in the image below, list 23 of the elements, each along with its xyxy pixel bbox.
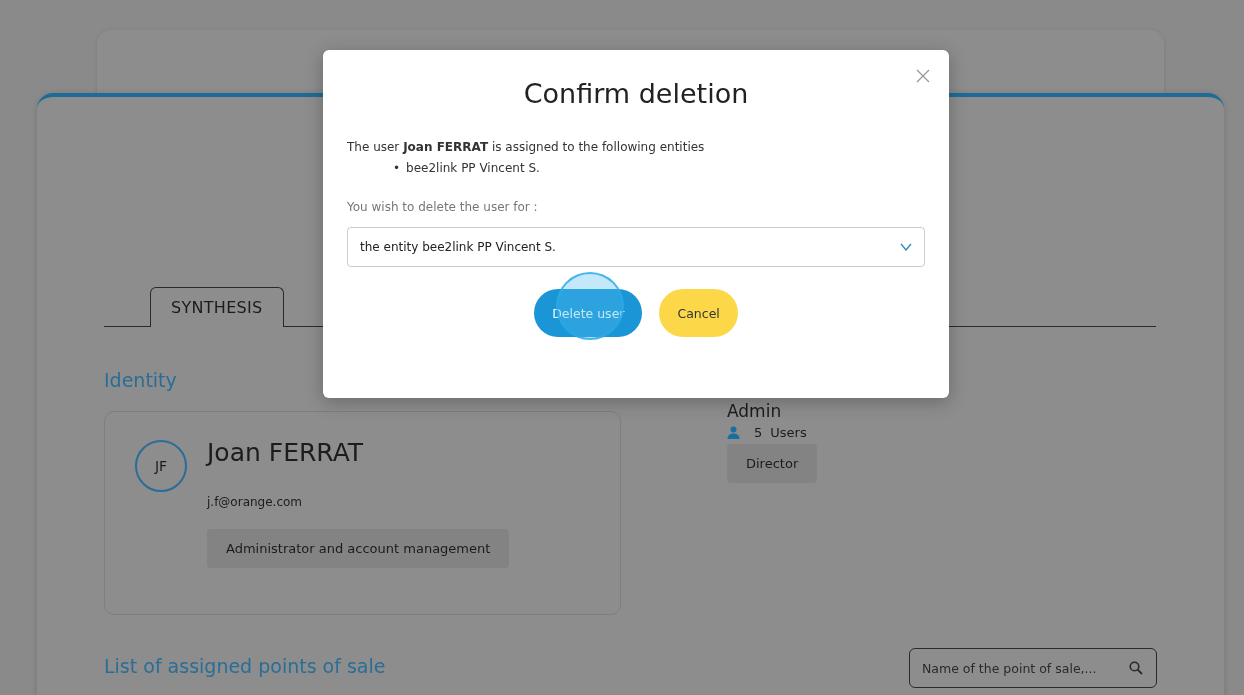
search-icon (1129, 661, 1143, 675)
close-icon[interactable] (915, 68, 931, 84)
user-email: j.f@orange.com (207, 495, 303, 509)
cancel-button[interactable]: Cancel (659, 289, 738, 337)
section-heading: List of assigned points of sale (104, 655, 386, 679)
tab[interactable]: SYNTHESIS (150, 287, 284, 327)
role-tag: Administrator and account management (207, 529, 510, 568)
prompt-text: You wish to delete the user for : (347, 200, 539, 214)
avatar: JF (135, 440, 187, 492)
search-field[interactable]: Name of the point of sale,... (909, 648, 1157, 688)
dialog-title: Confirm deletion (522, 78, 750, 111)
users-label: Users (770, 425, 807, 440)
scope-select[interactable]: the entity bee2link PP Vincent S. (347, 227, 925, 267)
entity-item: bee2link PP Vincent S. (406, 160, 540, 176)
section-heading: Identity (104, 369, 178, 393)
dialog-message: The user Joan FERRAT is assigned to the following entities (347, 140, 706, 154)
chevron-down-icon (900, 243, 912, 251)
group-name: Admin (727, 401, 782, 421)
user-icon (727, 426, 740, 439)
user-name: Joan FERRAT (207, 438, 364, 467)
user-count: 5 (754, 425, 763, 440)
role-tag: Director (727, 444, 818, 483)
bullet-mark: • (393, 160, 401, 176)
